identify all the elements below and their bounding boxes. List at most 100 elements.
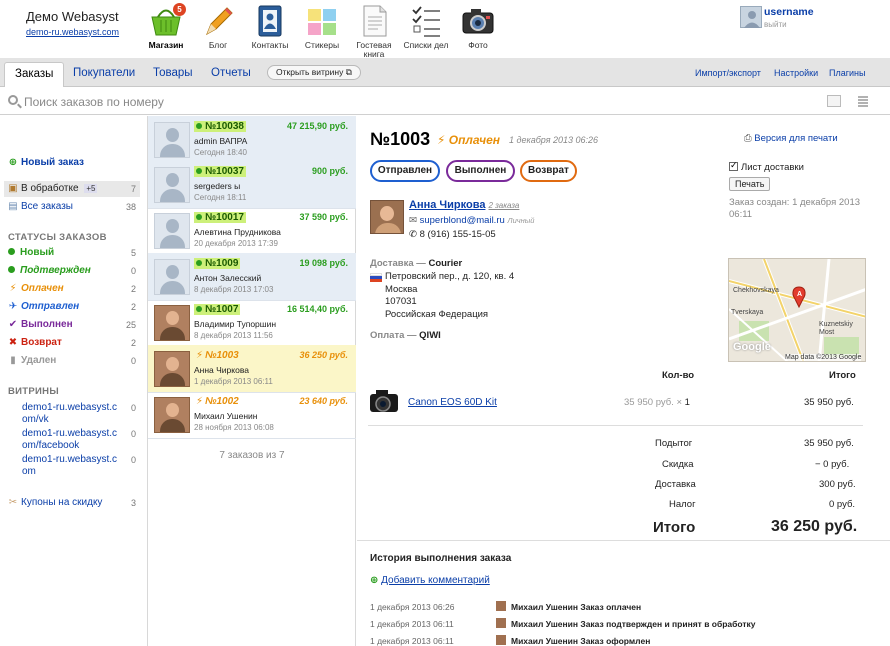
- order-row[interactable]: №10017 37 590 руб. Алевтина Прудникова 2…: [148, 207, 356, 255]
- product-image[interactable]: [368, 386, 402, 416]
- grand-total-value: 36 250 руб.: [771, 518, 858, 535]
- nav-plugins[interactable]: Плагины: [829, 68, 865, 78]
- action-refund-button[interactable]: Возврат: [520, 160, 577, 182]
- sidebar-item-status-confirmed[interactable]: Подтвержден 0: [8, 264, 136, 278]
- order-row[interactable]: №10037 900 руб. sergeders ы Сегодня 18:1…: [148, 161, 356, 209]
- sidebar-item-status-deleted[interactable]: ▮ Удален 0: [8, 354, 136, 368]
- sidebar-item-store-main[interactable]: demo1-ru.webasyst.com 0: [22, 454, 136, 478]
- app-stickers[interactable]: Стикеры: [296, 2, 348, 58]
- shipping-method: Courier: [428, 258, 463, 269]
- shipping-line: Доставка — Courier: [370, 258, 462, 269]
- search-bar: [0, 88, 890, 115]
- open-storefront-button[interactable]: Открыть витрину ⧉: [267, 65, 361, 80]
- customer-avatar: [154, 167, 190, 203]
- order-date: Сегодня 18:40: [194, 148, 247, 157]
- nav-settings[interactable]: Настройки: [774, 68, 818, 78]
- order-row[interactable]: ⚡ №1002 23 640 руб. Михаил Ушенин 28 нояб…: [148, 391, 356, 439]
- product-name-link[interactable]: Canon EOS 60D Kit: [408, 397, 497, 408]
- sidebar-item-store-facebook[interactable]: demo1-ru.webasyst.com/facebook 0: [22, 428, 136, 452]
- tab-reports[interactable]: Отчеты: [201, 62, 261, 87]
- delivery-map[interactable]: A Chekhovskaya Tverskaya Kuznetskiy Most…: [728, 258, 866, 362]
- action-shipped-button[interactable]: Отправлен: [370, 160, 440, 182]
- sidebar-item-status-new[interactable]: Новый 5: [8, 246, 136, 260]
- order-row[interactable]: №1007 16 514,40 руб. Владимир Тупоршин 8…: [148, 299, 356, 347]
- author-avatar: [496, 601, 506, 611]
- print-version-link[interactable]: ⎙ Версия для печати: [744, 133, 838, 144]
- sidebar-item-status-completed[interactable]: ✔ Выполнен 25: [8, 318, 136, 332]
- storefronts-heading: ВИТРИНЫ: [8, 386, 59, 397]
- history-text: Михаил Ушенин Заказ оформлен: [511, 636, 651, 646]
- shipping-label: Доставка —: [370, 258, 426, 269]
- logout-link[interactable]: выйти: [764, 20, 787, 29]
- product-total: 35 950 руб.: [804, 397, 854, 408]
- tab-orders[interactable]: Заказы: [4, 62, 65, 87]
- customer-email-link[interactable]: superblond@mail.ru: [420, 215, 505, 226]
- status-count: 25: [125, 320, 136, 330]
- order-row[interactable]: №10038 47 215,90 руб. admin ВАПРА Сегодн…: [148, 116, 356, 164]
- status-dot-icon: [8, 248, 15, 255]
- tab-customers[interactable]: Покупатели: [63, 62, 145, 87]
- map-label: Tverskaya: [731, 309, 764, 316]
- store-label: demo1-ru.webasyst.com/vk: [22, 402, 118, 425]
- store-label: demo1-ru.webasyst.com: [22, 454, 118, 477]
- order-date: 8 декабря 2013 11:56: [194, 331, 273, 340]
- status-dot-icon: [196, 214, 202, 220]
- sidebar-item-all[interactable]: ▤ Все заказы 38: [8, 200, 136, 214]
- username-link[interactable]: username: [764, 6, 814, 18]
- guestbook-icon: [357, 4, 391, 38]
- app-label: Фото: [468, 40, 488, 50]
- order-row[interactable]: №1009 19 098 руб. Антон Залесский 8 дека…: [148, 253, 356, 301]
- new-order-link[interactable]: ⊕ Новый заказ: [8, 156, 136, 170]
- lightning-icon: ⚡: [9, 283, 17, 294]
- app-photos[interactable]: Фото: [452, 2, 504, 58]
- order-amount: 23 640 руб.: [299, 396, 348, 406]
- view-list-icon[interactable]: [857, 95, 871, 107]
- app-shop[interactable]: 5 Магазин: [140, 2, 192, 58]
- app-contacts[interactable]: Контакты: [244, 2, 296, 58]
- order-customer: Анна Чиркова: [194, 365, 249, 375]
- order-amount: 19 098 руб.: [299, 258, 348, 268]
- nav-import-export[interactable]: Импорт/экспорт: [695, 68, 761, 78]
- print-button[interactable]: Печать: [729, 177, 771, 191]
- order-amount: 36 250 руб.: [299, 350, 348, 360]
- action-completed-button[interactable]: Выполнен: [446, 160, 515, 182]
- lightning-icon: ⚡: [196, 396, 204, 407]
- status-label: Возврат: [21, 337, 62, 348]
- order-status: ⚡ Оплачен: [437, 133, 500, 147]
- store-label: demo1-ru.webasyst.com/facebook: [22, 428, 118, 451]
- customer-name-link[interactable]: Анна Чиркова 2 заказа: [409, 199, 519, 211]
- packing-list-checkbox[interactable]: Лист доставки: [729, 160, 804, 173]
- lightning-icon: ⚡: [437, 133, 449, 147]
- status-label: Отправлен: [21, 301, 80, 312]
- order-search-input[interactable]: [24, 93, 424, 110]
- view-split-icon[interactable]: [827, 95, 841, 107]
- sidebar-item-status-paid[interactable]: ⚡ Оплачен 2: [8, 282, 136, 296]
- order-number: ⚡ №1002: [194, 396, 241, 407]
- app-blog[interactable]: Блог: [192, 2, 244, 58]
- sidebar-item-status-shipped[interactable]: ✈ Отправлен 2: [8, 300, 136, 314]
- sidebar-item-processing[interactable]: ▣ В обработке +5 7: [4, 181, 140, 197]
- email-icon: ✉: [409, 215, 417, 226]
- add-comment-link[interactable]: ⊕ Добавить комментарий: [370, 575, 490, 586]
- coupon-icon: ✂: [8, 497, 18, 508]
- order-number: №1009: [194, 258, 241, 269]
- inbox-icon: ▣: [8, 183, 18, 194]
- sidebar-item-store-vk[interactable]: demo1-ru.webasyst.com/vk 0: [22, 402, 136, 426]
- sidebar-item-coupons[interactable]: ✂ Купоны на скидку 3: [8, 496, 136, 510]
- brand-url-link[interactable]: demo-ru.webasyst.com: [26, 27, 119, 37]
- order-status-label: Оплачен: [448, 133, 501, 147]
- app-guestbook[interactable]: Гостевая книга: [348, 2, 400, 59]
- new-order-label: Новый заказ: [21, 157, 85, 168]
- external-link-icon: ⧉: [345, 67, 352, 77]
- order-num-text: №1003: [205, 350, 239, 361]
- customer-orders-link[interactable]: 2 заказа: [489, 201, 520, 210]
- sidebar-item-status-refund[interactable]: ✖ Возврат 2: [8, 336, 136, 350]
- order-row-selected[interactable]: ⚡ №1003 36 250 руб. Анна Чиркова 1 декабр…: [148, 345, 356, 393]
- tab-products[interactable]: Товары: [143, 62, 203, 87]
- order-amount: 37 590 руб.: [299, 212, 348, 222]
- processing-badge: +5: [84, 184, 98, 193]
- shipping-cost-value: 300 руб.: [819, 479, 856, 490]
- app-todo[interactable]: Списки дел: [400, 2, 452, 58]
- status-dot-icon: [196, 306, 202, 312]
- google-logo: Google: [733, 341, 771, 353]
